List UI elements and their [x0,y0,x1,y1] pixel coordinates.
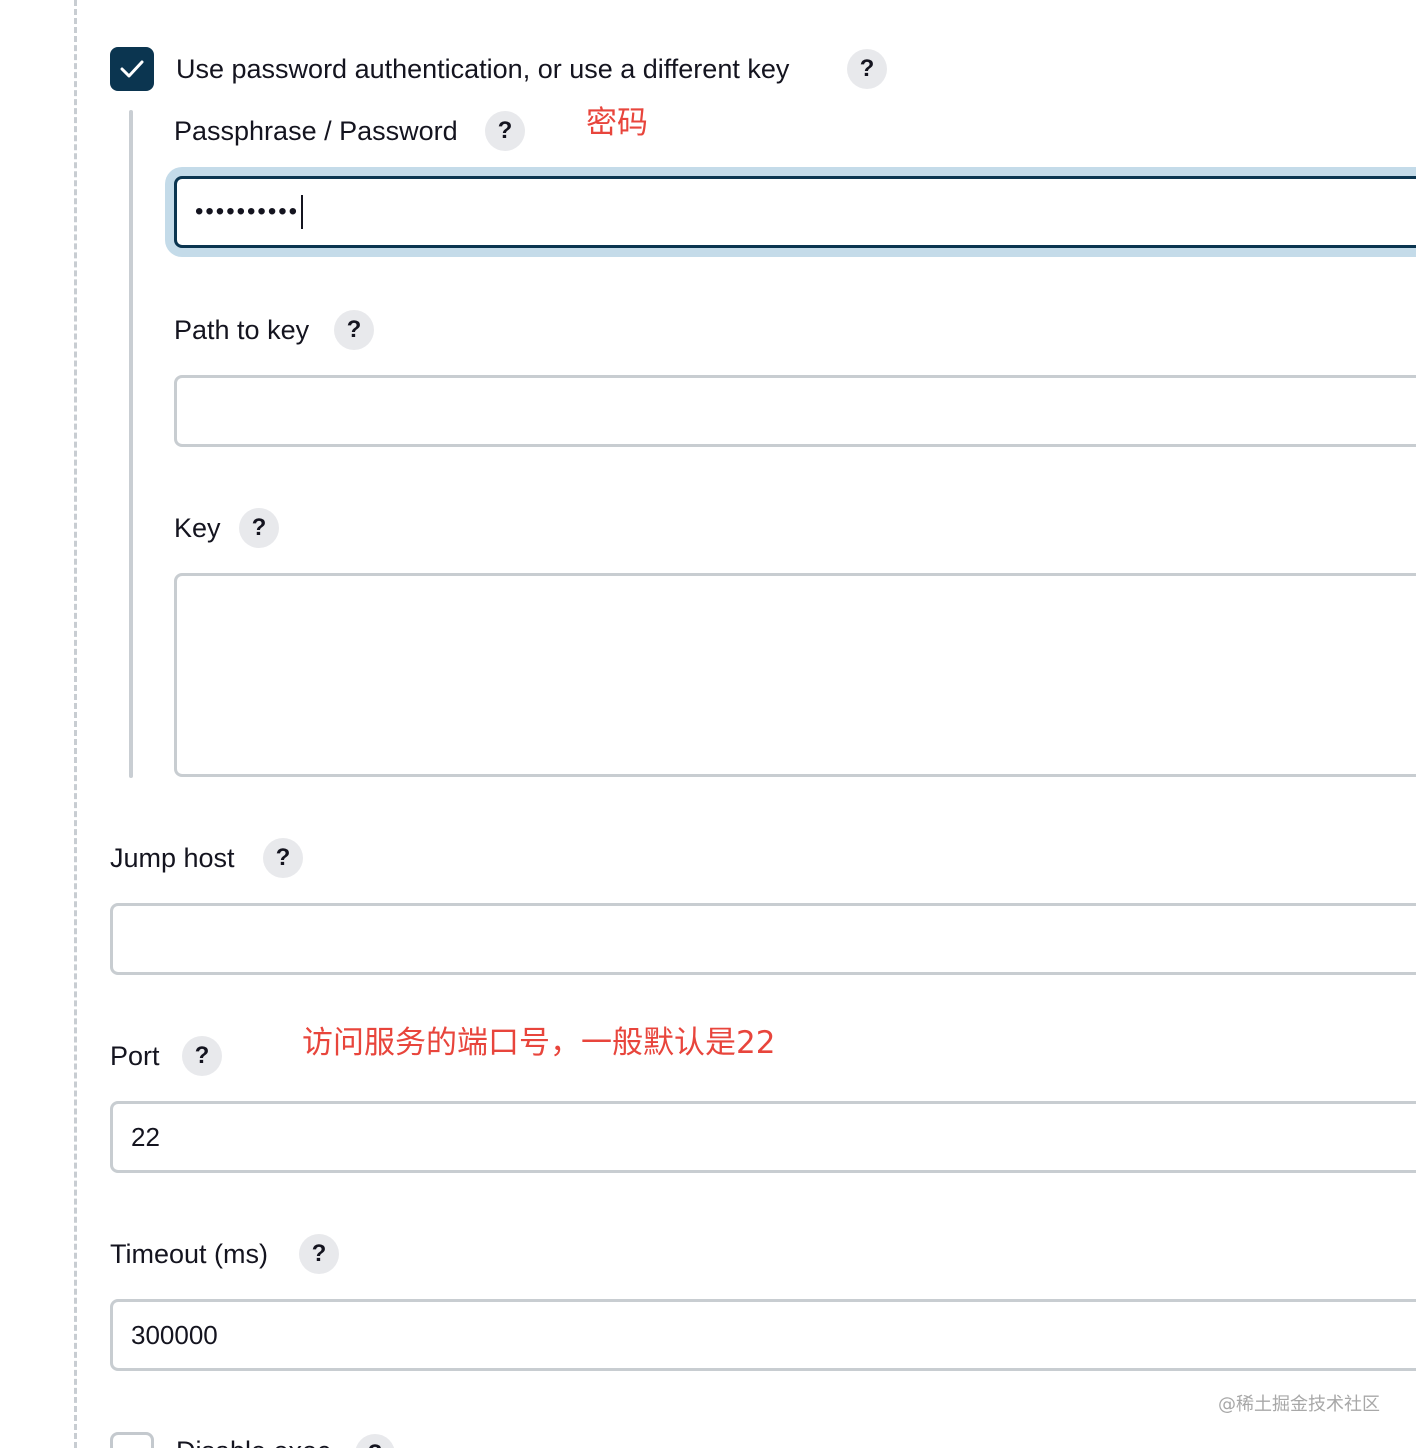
ssh-server-config-form: Use password authentication, or use a di… [0,0,1416,1448]
disable-exec-label[interactable]: Disable exec [176,1434,331,1448]
passphrase-input[interactable]: •••••••••• [174,176,1416,248]
disable-exec-checkbox[interactable] [110,1432,154,1448]
nested-section-bar [129,110,133,778]
key-textarea[interactable] [174,573,1416,777]
use-password-checkbox[interactable] [110,47,154,91]
help-icon[interactable]: ? [239,508,279,548]
timeout-label: Timeout (ms) [110,1239,269,1269]
help-icon[interactable]: ? [299,1234,339,1274]
path-to-key-input[interactable] [174,375,1416,447]
jump-host-label: Jump host [110,843,235,873]
port-annotation: 访问服务的端口号，一般默认是22 [302,1025,776,1061]
passphrase-annotation: 密码 [586,105,648,141]
path-to-key-label: Path to key [174,315,310,345]
port-label: Port [110,1041,160,1071]
jump-host-input[interactable] [110,903,1416,975]
help-icon[interactable]: ? [263,838,303,878]
timeout-value: 300000 [131,1319,218,1350]
text-caret [301,195,304,229]
help-icon[interactable]: ? [485,111,525,151]
timeout-input[interactable]: 300000 [110,1299,1416,1371]
key-label: Key [174,513,221,543]
section-dashed-guide [74,0,77,1448]
port-value: 22 [131,1121,160,1152]
help-icon[interactable]: ? [182,1036,222,1076]
password-mask: •••••••••• [195,198,300,225]
help-icon[interactable]: ? [355,1434,395,1448]
watermark: @稀土掘金技术社区 [1218,1394,1380,1415]
passphrase-label: Passphrase / Password [174,116,458,146]
help-icon[interactable]: ? [334,310,374,350]
checkmark-icon [120,60,144,78]
use-password-label[interactable]: Use password authentication, or use a di… [176,52,789,86]
help-icon[interactable]: ? [847,49,887,89]
port-input[interactable]: 22 [110,1101,1416,1173]
